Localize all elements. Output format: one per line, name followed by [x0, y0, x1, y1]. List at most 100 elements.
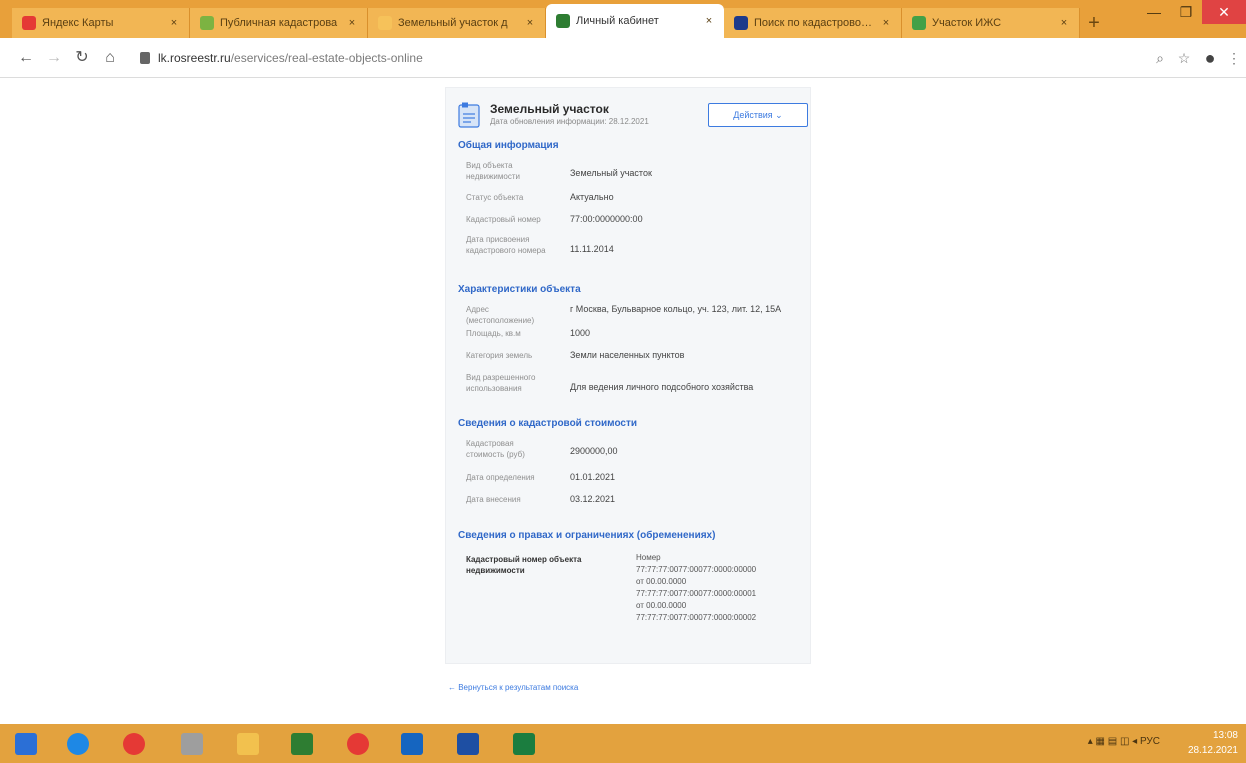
row-label: Категория земель: [466, 351, 533, 360]
back-arrow-icon[interactable]: ←: [16, 48, 36, 68]
windows-taskbar: ▴ ▦ ▤ ◫ ◂ РУС 13:08 28.12.2021: [0, 724, 1246, 763]
windows-logo-icon: [15, 733, 37, 755]
start-button[interactable]: [6, 729, 46, 759]
taskbar-outlook[interactable]: [392, 729, 432, 759]
taskbar-media[interactable]: [172, 729, 212, 759]
tab-personal-account[interactable]: Личный кабинет ×: [546, 4, 724, 38]
tab-title: Публичная кадастрова: [220, 17, 338, 29]
row-value: Земли населенных пунктов: [570, 350, 685, 360]
close-icon[interactable]: ×: [167, 16, 181, 30]
row-label: Адрес (местоположение): [466, 305, 535, 325]
info-row: Кадастровая стоимость (руб) 2900000,00: [466, 438, 786, 462]
actions-button[interactable]: Действия ⌄: [708, 103, 808, 127]
home-icon[interactable]: ⌂: [100, 48, 120, 68]
info-row: Дата внесения 03.12.2021: [466, 494, 786, 508]
section-cadastral-value-title: Сведения о кадастровой стоимости: [458, 418, 638, 429]
row-label: Дата внесения: [466, 495, 521, 504]
close-window-icon[interactable]: ✕: [1202, 0, 1246, 24]
account-icon[interactable]: ●: [1200, 48, 1220, 68]
restore-icon[interactable]: ❐: [1170, 0, 1202, 24]
close-icon[interactable]: ×: [702, 14, 716, 28]
page-favicon-icon: [378, 16, 392, 30]
row-label: Дата определения: [466, 473, 535, 482]
tab-izhs-plot[interactable]: Участок ИЖС ×: [902, 8, 1080, 38]
page-favicon-icon: [734, 16, 748, 30]
close-icon[interactable]: ×: [879, 16, 893, 30]
minimize-icon[interactable]: —: [1138, 0, 1170, 24]
section-rights-title: Сведения о правах и ограничениях (обреме…: [458, 530, 716, 541]
bookmark-star-icon[interactable]: ☆: [1174, 48, 1194, 68]
rosreestr-favicon-icon: [200, 16, 214, 30]
info-row: Адрес (местоположение) г Москва, Бульвар…: [466, 304, 786, 325]
zoom-icon[interactable]: ⌕: [1150, 48, 1170, 68]
browser-toolbar: ← → ↻ ⌂ lk.rosreestr.ru /eservices/real-…: [0, 38, 1246, 78]
excel-icon: [513, 733, 535, 755]
info-row: Категория земель Земли населенных пункто…: [466, 350, 786, 364]
row-label: Вид разрешенного использования: [466, 373, 536, 393]
tab-public-cadastral-map[interactable]: Публичная кадастрова ×: [190, 8, 368, 38]
row-value: Актуально: [570, 192, 614, 202]
rosreestr-favicon-icon: [556, 14, 570, 28]
card-title: Земельный участок: [490, 102, 609, 116]
info-row: Дата определения 01.01.2021: [466, 472, 786, 486]
forward-arrow-icon[interactable]: →: [44, 48, 64, 68]
row-label: Кадастровая стоимость (руб): [466, 439, 525, 459]
info-row: Вид объекта недвижимости Земельный участ…: [466, 160, 786, 184]
row-value: г Москва, Бульварное кольцо, уч. 123, ли…: [570, 304, 782, 314]
row-label: Кадастровый номер: [466, 215, 541, 224]
tab-title: Земельный участок д: [398, 17, 508, 29]
new-tab-button[interactable]: +: [1080, 8, 1108, 38]
section-general-info-title: Общая информация: [458, 140, 559, 151]
system-tray[interactable]: ▴ ▦ ▤ ◫ ◂ РУС: [1088, 736, 1160, 747]
close-icon[interactable]: ×: [345, 16, 359, 30]
row-value: 77:00:0000000:00: [570, 214, 643, 224]
tab-land-plot[interactable]: Земельный участок д ×: [368, 8, 546, 38]
info-row: Статус объекта Актуально: [466, 192, 786, 206]
close-icon[interactable]: ×: [1057, 16, 1071, 30]
taskbar-word[interactable]: [448, 729, 488, 759]
info-row: Площадь, кв.м 1000: [466, 328, 786, 342]
taskbar-graphics-app[interactable]: [282, 729, 322, 759]
clock[interactable]: 13:08 28.12.2021: [1168, 728, 1238, 758]
row-label: Площадь, кв.м: [466, 329, 521, 338]
tab-title: Участок ИЖС: [932, 17, 1002, 29]
opera-icon: [347, 733, 369, 755]
row-value: 1000: [570, 328, 591, 338]
tab-yandex-maps[interactable]: Яндекс Карты ×: [12, 8, 190, 38]
close-icon[interactable]: ×: [523, 16, 537, 30]
menu-kebab-icon[interactable]: ⋮: [1224, 48, 1244, 68]
tabs: Яндекс Карты × Публичная кадастрова × Зе…: [12, 4, 1108, 38]
rights-line: от 00.00.0000: [636, 601, 687, 610]
row-value: Земельный участок: [570, 168, 652, 178]
taskbar-opera[interactable]: [338, 729, 378, 759]
row-value: 2900000,00: [570, 446, 618, 456]
rights-line: Номер: [636, 553, 661, 562]
browser-tab-strip: Яндекс Карты × Публичная кадастрова × Зе…: [0, 0, 1246, 38]
back-to-results-link[interactable]: ← Вернуться к результатам поиска: [448, 683, 578, 692]
card-header: Земельный участок Дата обновления информ…: [458, 98, 808, 132]
info-row: Кадастровый номер 77:00:0000000:00: [466, 214, 786, 228]
rights-list: Номер 77:77:77:0077:00077:0000:00000 от …: [636, 552, 786, 624]
window-controls: — ❐ ✕: [1138, 0, 1246, 26]
tab-title: Поиск по кадастровому: [754, 17, 873, 29]
document-icon: [458, 102, 480, 128]
page-content: Земельный участок Дата обновления информ…: [0, 79, 1246, 724]
row-value: 01.01.2021: [570, 472, 616, 482]
tab-cadastral-search[interactable]: Поиск по кадастровому ×: [724, 8, 902, 38]
word-icon: [457, 733, 479, 755]
taskbar-ie[interactable]: [58, 729, 98, 759]
address-bar[interactable]: lk.rosreestr.ru /eservices/real-estate-o…: [140, 46, 1100, 70]
yandex-favicon-icon: [22, 16, 36, 30]
graphics-app-icon: [291, 733, 313, 755]
reload-icon[interactable]: ↻: [72, 48, 92, 68]
rights-line: 77:77:77:0077:00077:0000:00002: [636, 613, 757, 622]
lock-icon: [140, 52, 150, 64]
folder-icon: [237, 733, 259, 755]
taskbar-explorer[interactable]: [228, 729, 268, 759]
taskbar-chrome[interactable]: [114, 729, 154, 759]
rights-line: 77:77:77:0077:00077:0000:00000: [636, 565, 757, 574]
taskbar-excel[interactable]: [504, 729, 544, 759]
page-favicon-icon: [912, 16, 926, 30]
row-label: Статус объекта: [466, 193, 524, 202]
tab-title: Яндекс Карты: [42, 17, 114, 29]
